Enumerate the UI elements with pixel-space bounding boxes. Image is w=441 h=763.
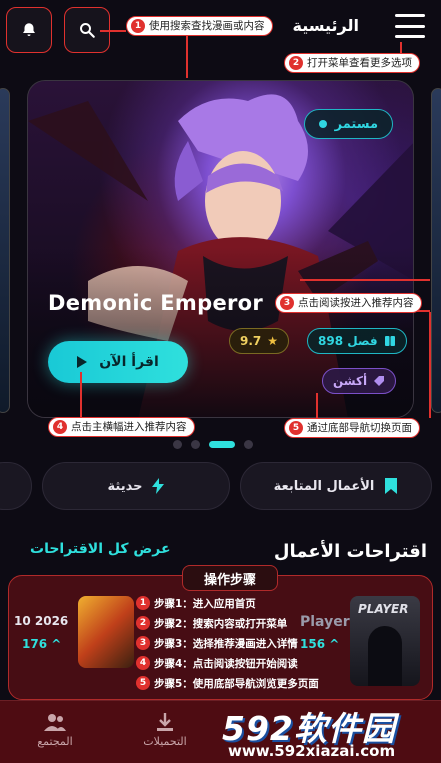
callout-1: 1 使用搜索查找漫画或内容 <box>126 16 273 36</box>
status-dot-icon <box>318 120 327 128</box>
tab-following[interactable]: الأعمال المتابعة <box>240 462 432 510</box>
rating-chip: 9.7 ★ <box>229 328 290 354</box>
watermark-url: www.592xiazai.com <box>228 742 396 760</box>
callout-connector <box>80 372 82 418</box>
pager-dot-active[interactable] <box>209 441 235 448</box>
figure-silhouette <box>368 626 402 686</box>
banner-pager <box>173 440 253 449</box>
status-badge: مستمر <box>303 109 393 139</box>
tab-partial[interactable] <box>0 462 32 510</box>
pager-dot[interactable] <box>173 440 182 449</box>
callout-connector <box>100 30 126 32</box>
prev-banner-peek[interactable] <box>0 88 10 413</box>
watermark: 592软件园 www.592xiazai.com <box>222 702 441 763</box>
nav-community[interactable]: المجتمع <box>20 713 90 748</box>
step-item: 4 步骤4：点击阅读按钮开始阅读 <box>136 655 298 671</box>
section-title: اقتراحات الأعمال <box>273 541 427 562</box>
pager-dot[interactable] <box>191 440 200 449</box>
lightning-icon <box>152 478 165 494</box>
bell-icon <box>23 23 35 36</box>
callout-2: 2 打开菜单查看更多选项 <box>284 53 420 73</box>
callout-connector <box>300 279 430 281</box>
page-title: الرئيسية <box>292 16 360 35</box>
view-all-link[interactable]: عرض كل الاقتراحات <box>30 541 171 557</box>
menu-bar <box>395 35 425 38</box>
callout-connector <box>316 393 318 421</box>
menu-button[interactable] <box>395 14 425 38</box>
genre-chip[interactable]: أكشن <box>322 368 397 394</box>
notifications-button[interactable] <box>6 7 52 53</box>
pager-dot[interactable] <box>244 440 253 449</box>
bookmark-icon <box>385 478 398 494</box>
steps-title: 操作步骤 <box>182 565 278 591</box>
callout-4: 4 点击主横幅进入推荐内容 <box>48 417 195 437</box>
tab-following-label: الأعمال المتابعة <box>273 478 375 494</box>
callout-connector <box>186 34 188 78</box>
rec-left-count-wrap: 176 ^ <box>22 637 61 651</box>
search-icon <box>80 23 95 38</box>
rating-value: 9.7 <box>240 334 262 348</box>
status-label: مستمر <box>334 116 378 132</box>
callout-5: 5 通过底部导航切换页面 <box>284 418 420 438</box>
rec-cover-left[interactable] <box>78 596 134 668</box>
chapters-chip: 898 فصل <box>307 328 407 354</box>
read-now-button[interactable]: اقرأ الآن <box>48 341 188 383</box>
chapters-value: 898 فصل <box>318 334 378 348</box>
menu-bar <box>395 24 425 28</box>
hero-banner[interactable]: مستمر Demonic Emperor 9.7 ★ 898 فصل أكشن… <box>27 80 414 418</box>
callout-connector <box>429 312 431 418</box>
book-icon <box>384 336 395 346</box>
nav-downloads-label: التحميلات <box>143 735 187 748</box>
menu-bar <box>395 14 425 17</box>
rec-left-date: 10 2026 <box>14 614 69 628</box>
next-banner-peek[interactable] <box>431 88 441 413</box>
rec-cover-right-text: PLAYER <box>358 602 409 616</box>
chevron-up-icon: ^ <box>329 637 340 651</box>
rec-right-label: Player <box>300 614 350 630</box>
read-now-label: اقرأ الآن <box>99 354 159 370</box>
hero-title: Demonic Emperor <box>48 291 264 315</box>
step-item: 3 步骤3：选择推荐漫画进入详情 <box>136 635 298 651</box>
tag-icon <box>374 376 385 386</box>
genre-value: أكشن <box>333 374 368 388</box>
callout-3: 3 点击阅读按进入推荐内容 <box>275 293 422 313</box>
nav-community-label: المجتمع <box>37 735 73 748</box>
play-icon <box>77 356 88 368</box>
step-item: 1 步骤1：进入应用首页 <box>136 595 256 611</box>
rec-right-count-wrap: 156 ^ <box>300 637 339 651</box>
chevron-up-icon: ^ <box>51 637 62 651</box>
star-icon: ★ <box>267 334 279 348</box>
nav-downloads[interactable]: التحميلات <box>130 713 200 748</box>
users-icon <box>44 714 66 731</box>
rec-left-count: 176 <box>22 637 48 651</box>
tab-recent[interactable]: حديثة <box>42 462 230 510</box>
step-item: 5 步骤5：使用底部导航浏览更多页面 <box>136 675 319 691</box>
rec-cover-right[interactable]: PLAYER <box>350 596 420 686</box>
tab-recent-label: حديثة <box>107 478 143 494</box>
download-icon <box>157 713 173 731</box>
rec-right-count: 156 <box>300 637 326 651</box>
step-item: 2 步骤2：搜索内容或打开菜单 <box>136 615 287 631</box>
